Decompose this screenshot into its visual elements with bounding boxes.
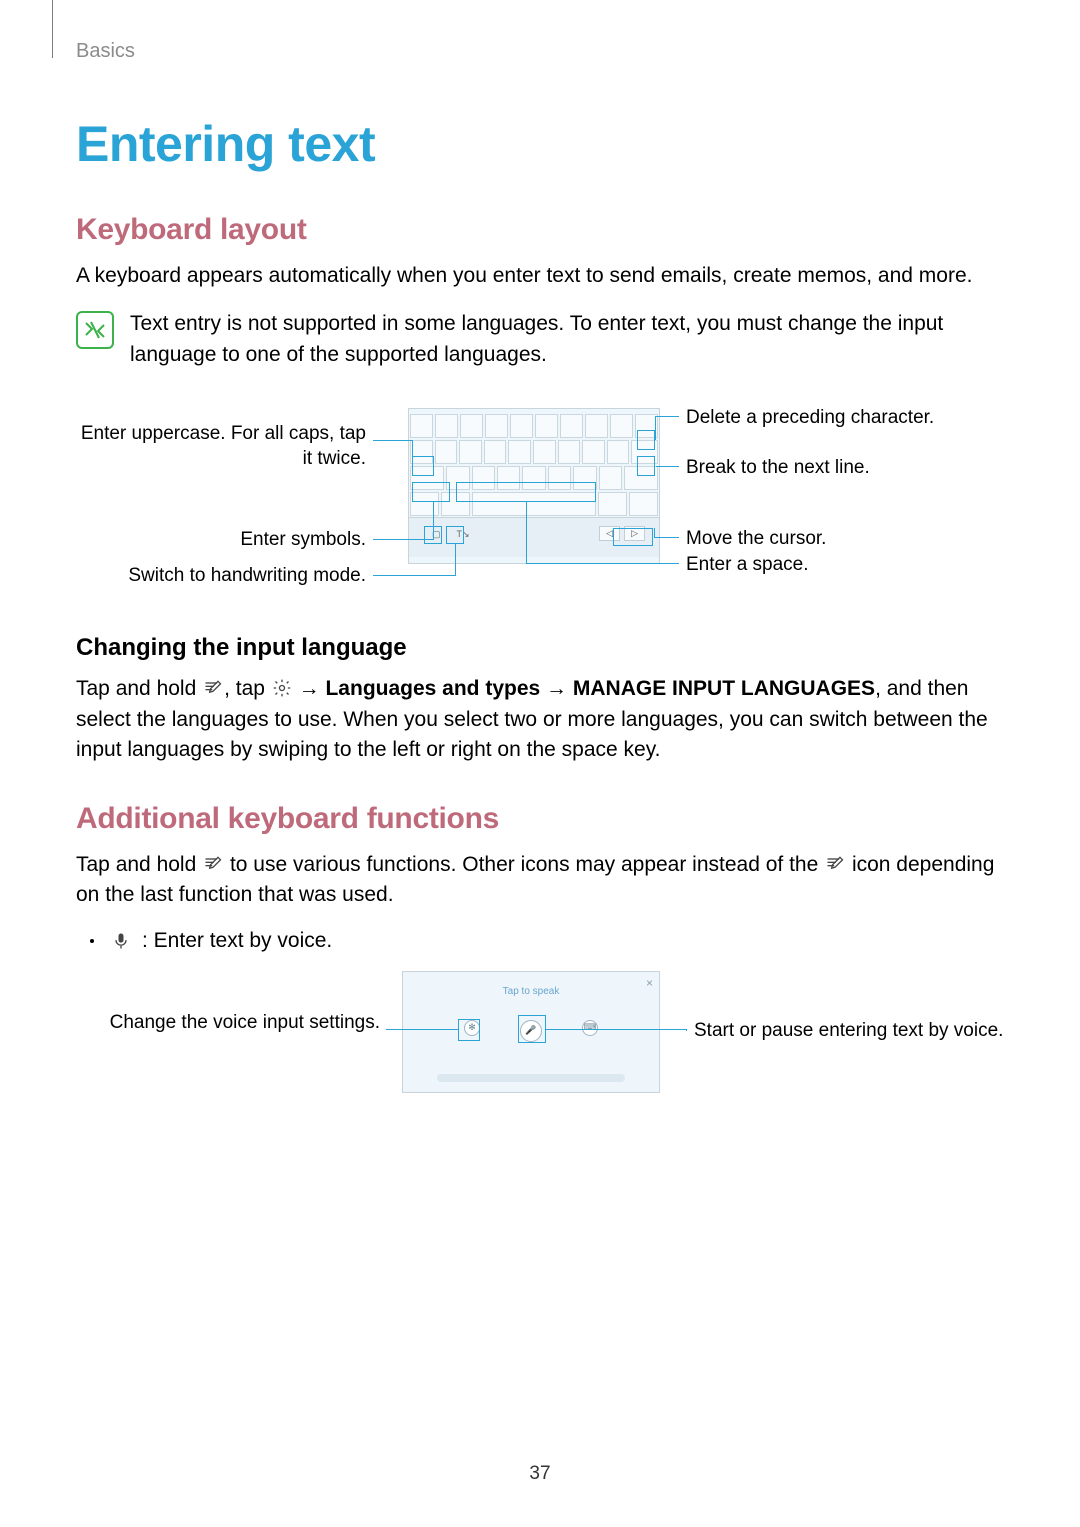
note-block: Text entry is not supported in some lang… <box>76 309 1004 370</box>
breadcrumb: Basics <box>76 40 1004 63</box>
note-icon <box>76 311 114 349</box>
tap-to-speak-label: Tap to speak <box>403 986 659 997</box>
handwriting-mode-icon <box>202 853 224 873</box>
callout-voice-start: Start or pause entering text by voice. <box>694 1019 1004 1044</box>
intro-paragraph: A keyboard appears automatically when yo… <box>76 261 1004 291</box>
voice-keyboard-icon: ⌨ <box>582 1020 598 1036</box>
handwriting-mode-icon <box>824 853 846 873</box>
microphone-icon <box>110 931 132 951</box>
callout-uppercase: Enter uppercase. For all caps, tap it tw… <box>76 422 366 471</box>
callout-voice-settings: Change the voice input settings. <box>76 1011 380 1036</box>
subsection-input-language: Changing the input language <box>76 634 1004 662</box>
note-text: Text entry is not supported in some lang… <box>130 309 1004 370</box>
page-number: 37 <box>0 1463 1080 1485</box>
gear-icon <box>271 677 293 697</box>
keyboard-diagram: ▢T↘ ◁▷ Enter uppercase. For all caps, ta… <box>76 400 1004 600</box>
bullet-voice-text: : Enter text by voice. <box>142 929 332 953</box>
callout-cursor: Move the cursor. <box>686 527 1006 552</box>
additional-functions-paragraph: Tap and hold to use various functions. O… <box>76 850 1004 911</box>
bullet-voice: : Enter text by voice. <box>76 929 1004 953</box>
callout-handwriting: Switch to handwriting mode. <box>76 564 366 589</box>
handwriting-mode-icon <box>202 677 224 697</box>
header-rule <box>52 0 53 58</box>
section-additional-functions: Additional keyboard functions <box>76 802 1004 836</box>
section-keyboard-layout: Keyboard layout <box>76 213 1004 247</box>
bullet-dot-icon <box>90 939 94 943</box>
callout-space: Enter a space. <box>686 553 1006 578</box>
page-title: Entering text <box>76 115 1004 173</box>
voice-diagram: × Tap to speak ✻ 🎤 ⌨ Change the voice in… <box>76 971 1004 1131</box>
callout-nextline: Break to the next line. <box>686 456 1006 481</box>
callout-delete: Delete a preceding character. <box>686 406 1006 431</box>
callout-symbols: Enter symbols. <box>76 528 366 553</box>
input-language-paragraph: Tap and hold , tap → Languages and types… <box>76 674 1004 765</box>
